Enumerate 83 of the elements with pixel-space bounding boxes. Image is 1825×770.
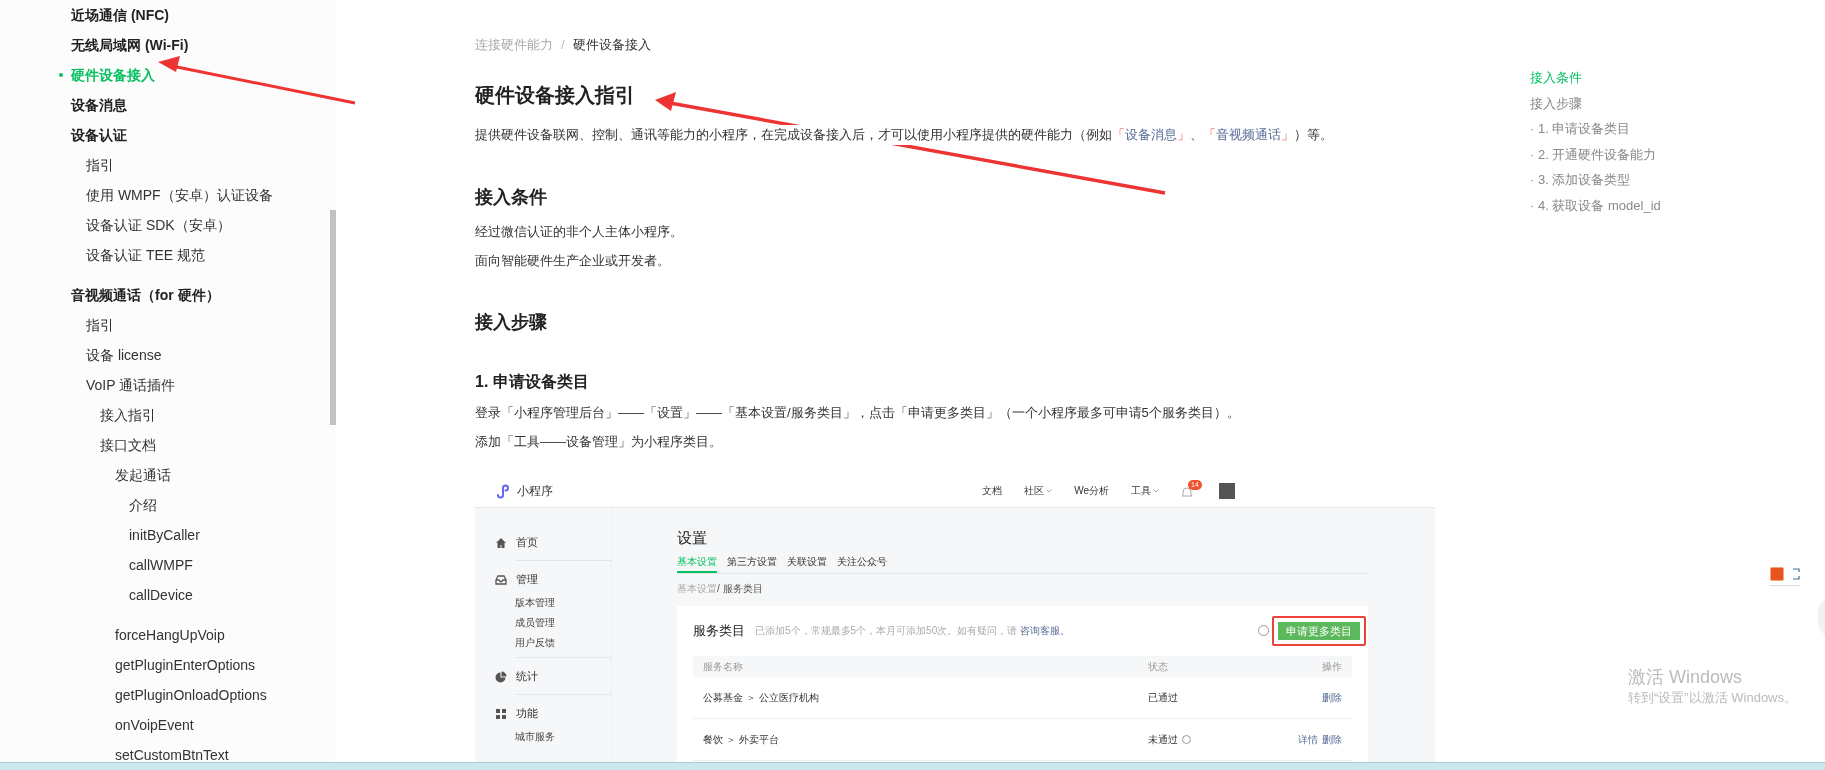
support-link[interactable]: 咨询客服。 <box>1020 625 1071 636</box>
sidebar-item[interactable]: forceHangUpVoip <box>115 624 225 646</box>
menu-item[interactable]: 功能 <box>516 705 538 722</box>
sidebar-item[interactable]: 发起通话 <box>115 464 171 486</box>
breadcrumb-current: 硬件设备接入 <box>572 36 651 54</box>
sidebar-item[interactable]: setCustomBtnText <box>115 744 229 766</box>
sidebar-item[interactable]: 接口文档 <box>100 434 156 456</box>
sidebar-item[interactable]: 使用 WMPF（安卓）认证设备 <box>86 184 273 206</box>
nav-link[interactable]: 文档 <box>982 483 1003 498</box>
toc-link[interactable]: · 1. 申请设备类目 <box>1530 119 1631 139</box>
home-icon <box>495 536 507 549</box>
nav-link[interactable]: We分析 <box>1074 483 1109 498</box>
sidebar-item[interactable]: getPluginEnterOptions <box>115 654 256 676</box>
table-cell-text: 已通过 <box>1148 690 1178 705</box>
menu-item[interactable]: 统计 <box>516 668 538 685</box>
sidebar-item[interactable]: initByCaller <box>129 524 200 546</box>
action-link[interactable]: 删除 <box>1322 689 1342 705</box>
body-text: 添加「工具——设备管理」为小程序类目。 <box>475 432 723 451</box>
avatar[interactable] <box>1219 482 1235 499</box>
sidebar-item[interactable]: onVoipEvent <box>115 714 194 736</box>
submenu-item[interactable]: 用户反馈 <box>515 635 555 650</box>
nav-link[interactable]: 工具 <box>1131 483 1151 498</box>
sidebar-item[interactable]: 设备 license <box>86 344 162 366</box>
sidebar-item[interactable]: callDevice <box>129 584 193 606</box>
sidebar-item[interactable]: VoIP 通话插件 <box>86 374 176 396</box>
toc-link[interactable]: · 3. 添加设备类型 <box>1530 170 1631 190</box>
bell-icon[interactable] <box>1181 485 1193 498</box>
section-heading: 接入条件 <box>475 185 548 209</box>
page-title: 硬件设备接入指引 <box>475 82 636 108</box>
card-note: 已添加5个，常规最多5个，本月可添加50次。如有疑问，请 咨询客服。 <box>755 624 1071 638</box>
sidebar-item[interactable]: 设备认证 SDK（安卓） <box>86 214 231 236</box>
menu-item[interactable]: 首页 <box>516 534 538 551</box>
body-text: 登录「小程序管理后台」——「设置」——「基本设置/服务类目」，点击「申请更多类目」（一个小程序最多可申请5个服务类目）。 <box>475 403 1241 422</box>
activation-title: 激活 Windows <box>1628 666 1744 689</box>
table-cell-text: 餐饮 ＞ 外卖平台 <box>703 732 780 747</box>
sidebar-item[interactable]: 音视频通话（for 硬件） <box>71 284 220 306</box>
submenu-item[interactable]: 城市服务 <box>515 729 555 744</box>
menu-item[interactable]: 管理 <box>516 571 538 588</box>
toc-link[interactable]: 接入步骤 <box>1530 93 1582 114</box>
inbox-icon <box>495 573 507 586</box>
body-text: 面向智能硬件生产企业或开发者。 <box>475 251 671 270</box>
page-title: 设置 <box>677 527 708 548</box>
pie-chart-icon <box>495 670 507 683</box>
tab[interactable]: 第三方设置 <box>727 553 777 573</box>
section-heading: 接入步骤 <box>475 310 548 334</box>
sidebar-item[interactable]: callWMPF <box>129 554 193 576</box>
breadcrumb-separator: / <box>561 36 565 54</box>
brand-name: 小程序 <box>517 482 553 500</box>
column-header: 操作 <box>1322 659 1342 674</box>
column-header: 服务名称 <box>703 659 744 674</box>
sidebar-item[interactable]: 设备认证 <box>71 124 127 146</box>
grid-icon <box>495 707 507 720</box>
submenu-item[interactable]: 成员管理 <box>515 615 555 630</box>
sidebar-item[interactable]: 介绍 <box>129 494 157 516</box>
sidebar-item[interactable]: 接入指引 <box>100 404 156 426</box>
sidebar-item[interactable]: 指引 <box>86 154 114 176</box>
doc-link[interactable]: 音视频通话 <box>1216 126 1281 142</box>
toc-link[interactable]: · 2. 开通硬件设备能力 <box>1530 144 1657 165</box>
expand-icon[interactable] <box>1792 568 1800 580</box>
breadcrumb-current: / 服务类目 <box>717 581 763 596</box>
step-heading: 1. 申请设备类目 <box>475 371 590 392</box>
sidebar-item[interactable]: 设备认证 TEE 规范 <box>86 244 205 266</box>
action-link[interactable]: 删除 <box>1322 731 1342 747</box>
action-link[interactable]: 详情 <box>1298 731 1318 747</box>
sidebar-item[interactable]: 指引 <box>86 314 114 336</box>
card-title: 服务类目 <box>693 621 745 640</box>
doc-link[interactable]: 设备消息 <box>1125 126 1177 142</box>
activation-hint: 转到“设置”以激活 Windows。 <box>1628 689 1797 707</box>
sidebar-item[interactable]: 无线局域网 (Wi-Fi) <box>71 34 189 56</box>
table-cell-text: 公募基金 ＞ 公立医疗机构 <box>703 690 820 705</box>
tab[interactable]: 关注公众号 <box>837 553 887 573</box>
tab[interactable]: 关联设置 <box>787 553 827 573</box>
submenu-item[interactable]: 版本管理 <box>515 595 555 610</box>
body-text: 经过微信认证的非个人主体小程序。 <box>475 222 684 241</box>
scrollbar-thumb[interactable] <box>330 210 336 425</box>
toc-link[interactable]: · 4. 获取设备 model_id <box>1530 196 1661 216</box>
sidebar-item[interactable]: 近场通信 (NFC) <box>71 4 169 26</box>
logo-icon <box>495 482 511 499</box>
sidebar-item[interactable]: 设备消息 <box>71 94 127 116</box>
table-cell-text: 未通过 <box>1148 732 1178 747</box>
sidebar-item[interactable]: getPluginOnloadOptions <box>115 684 267 706</box>
column-header: 状态 <box>1148 659 1169 674</box>
nav-link[interactable]: 社区 <box>1024 483 1045 498</box>
